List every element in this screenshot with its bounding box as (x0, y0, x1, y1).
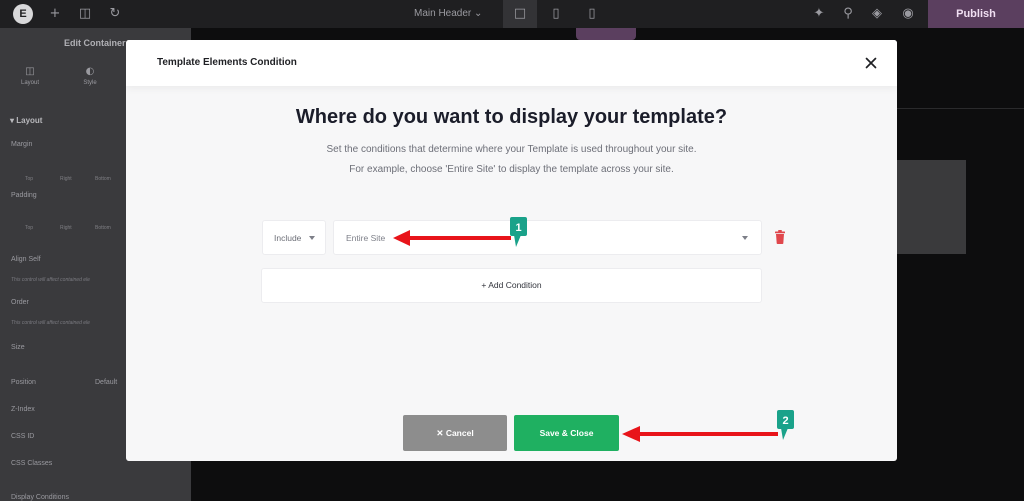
margin-label: Margin (11, 141, 33, 148)
tab-style[interactable]: ◐ Style (70, 66, 110, 86)
close-icon (865, 57, 877, 69)
section-layout[interactable]: ▾ Layout (10, 116, 42, 125)
condition-location-select[interactable]: Entire Site (333, 220, 762, 255)
container-handle[interactable] (576, 28, 636, 40)
tablet-icon[interactable]: ▯ (548, 6, 564, 22)
mobile-icon[interactable]: ▯ (584, 6, 600, 22)
layout-icon: ◫ (25, 66, 35, 77)
history-icon[interactable]: ↻ (107, 6, 123, 22)
css-classes-label: CSS Classes (11, 460, 53, 467)
editor-topbar: E + ◫ ↻ Main Header ⌄ □ ▯ ▯ ✦ ⚲ ◈ ◉ Publ… (0, 0, 1024, 28)
modal-description-line2: For example, choose 'Entire Site' to dis… (349, 164, 674, 175)
elementor-logo[interactable]: E (13, 4, 33, 24)
margin-bottom-label: Bottom (95, 176, 111, 182)
zindex-label: Z-Index (11, 406, 35, 413)
publish-button[interactable]: Publish (928, 0, 1024, 28)
modal-description-line1: Set the conditions that determine where … (326, 144, 697, 155)
padding-label: Padding (11, 192, 37, 199)
style-icon: ◐ (85, 66, 95, 77)
display-conditions-label: Display Conditions (11, 494, 69, 501)
condition-type-select[interactable]: Include (262, 220, 326, 255)
preview-icon[interactable]: ◉ (900, 6, 916, 22)
css-id-label: CSS ID (11, 433, 35, 440)
condition-location-value: Entire Site (346, 233, 386, 243)
save-and-close-button[interactable]: Save & Close (514, 415, 619, 451)
delete-condition-button[interactable] (774, 230, 786, 244)
close-icon: ✕ (436, 428, 444, 438)
condition-type-value: Include (274, 233, 302, 243)
desktop-icon[interactable]: □ (512, 6, 528, 22)
cancel-button[interactable]: ✕ Cancel (403, 415, 507, 451)
padding-right-label: Right (60, 225, 72, 231)
document-icon[interactable]: ◫ (77, 6, 93, 22)
trash-icon (775, 230, 785, 244)
tab-layout[interactable]: ◫ Layout (10, 66, 50, 86)
order-note: This control will affect contained ele (11, 320, 90, 326)
layers-icon[interactable]: ◈ (869, 6, 885, 22)
order-label: Order (11, 299, 29, 306)
padding-bottom-label: Bottom (95, 225, 111, 231)
size-label: Size (11, 344, 25, 351)
align-note: This control will affect contained ele (11, 277, 90, 283)
add-condition-button[interactable]: + Add Condition (261, 268, 762, 303)
chevron-down-icon (309, 236, 315, 240)
close-button[interactable] (862, 54, 880, 72)
modal-header: Template Elements Condition (126, 40, 897, 86)
search-icon[interactable]: ⚲ (840, 6, 856, 22)
modal-title: Template Elements Condition (157, 57, 297, 68)
margin-right-label: Right (60, 176, 72, 182)
notifications-icon[interactable]: ✦ (811, 6, 827, 22)
plus-icon[interactable]: + (47, 6, 63, 22)
modal-heading: Where do you want to display your templa… (295, 106, 728, 128)
align-self-label: Align Self (11, 256, 41, 263)
chevron-down-icon (742, 236, 748, 240)
padding-top-label: Top (25, 225, 34, 231)
document-title[interactable]: Main Header ⌄ (414, 8, 482, 19)
margin-top-label: Top (25, 176, 34, 182)
canvas-block[interactable] (896, 160, 966, 254)
panel-title: Edit Container (64, 38, 126, 48)
position-label: Position (11, 379, 36, 386)
template-conditions-modal: Template Elements Condition Where do you… (126, 40, 897, 461)
position-value[interactable]: Default (95, 379, 117, 386)
